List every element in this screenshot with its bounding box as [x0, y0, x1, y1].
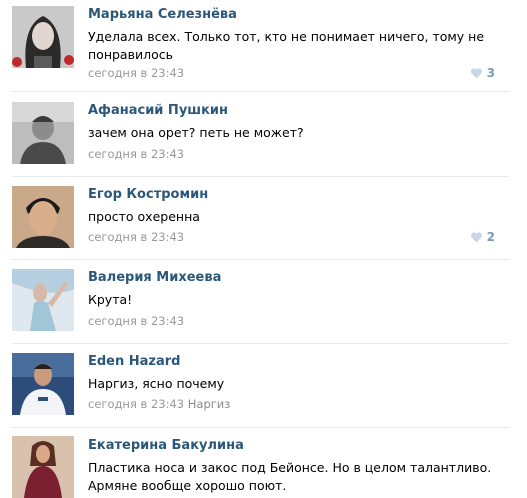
avatar[interactable]: [12, 6, 74, 68]
comment-date[interactable]: сегодня в 23:43: [88, 66, 184, 80]
avatar-photo-icon: [12, 102, 74, 164]
comment-date[interactable]: сегодня в 23:43 Наргиз: [88, 397, 230, 411]
like-button[interactable]: 3: [470, 66, 495, 80]
avatar[interactable]: [12, 436, 74, 498]
comment-time[interactable]: сегодня в 23:43: [88, 147, 184, 161]
heart-icon: [470, 232, 482, 243]
comment-text: Уделала всех. Только тот, кто не понимае…: [88, 29, 485, 62]
avatar[interactable]: [12, 269, 74, 331]
comment-item: Егор Костромин просто охеренна сегодня в…: [0, 177, 527, 260]
avatar-photo-icon: [12, 353, 74, 415]
author-name[interactable]: Екатерина Бакулина: [88, 438, 244, 453]
comment-time[interactable]: сегодня в 23:43: [88, 314, 184, 328]
author-name[interactable]: Eden Hazard: [88, 354, 181, 369]
like-count: 2: [486, 230, 495, 244]
comment-date[interactable]: сегодня в 23:43: [88, 147, 184, 161]
comment-date[interactable]: сегодня в 23:43: [88, 230, 184, 244]
avatar-photo-icon: [12, 436, 74, 498]
like-count: 3: [486, 66, 495, 80]
reply-to-link[interactable]: Наргиз: [188, 397, 231, 411]
author-name[interactable]: Валерия Михеева: [88, 270, 221, 285]
comment-time[interactable]: сегодня в 23:43: [88, 230, 184, 244]
heart-icon: [470, 68, 482, 79]
avatar[interactable]: [12, 353, 74, 415]
comment-text: просто охеренна: [88, 209, 200, 224]
avatar[interactable]: [12, 102, 74, 164]
avatar-photo-icon: [12, 186, 74, 248]
avatar-photo-icon: [12, 6, 74, 68]
avatar[interactable]: [12, 186, 74, 248]
comment-item: Марьяна Селезнёва Уделала всех. Только т…: [0, 0, 527, 92]
comment-text: зачем она орет? петь не может?: [88, 125, 304, 140]
comment-item: Валерия Михеева Крута! сегодня в 23:43: [0, 260, 527, 344]
author-name[interactable]: Афанасий Пушкин: [88, 103, 228, 118]
comment-date[interactable]: сегодня в 23:43: [88, 314, 184, 328]
comment-item: Афанасий Пушкин зачем она орет? петь не …: [0, 92, 527, 177]
comment-text: Пластика носа и закос под Бейонсе. Но в …: [88, 460, 492, 493]
comment-item: Екатерина Бакулина Пластика носа и закос…: [0, 428, 527, 498]
comment-time[interactable]: сегодня в 23:43: [88, 66, 184, 80]
avatar-photo-icon: [12, 269, 74, 331]
comment-time[interactable]: сегодня в 23:43: [88, 397, 184, 411]
comment-text: Крута!: [88, 292, 133, 307]
comment-item: Eden Hazard Наргиз, ясно почему сегодня …: [0, 344, 527, 428]
like-button[interactable]: 2: [470, 230, 495, 244]
comment-text: Наргиз, ясно почему: [88, 376, 225, 391]
author-name[interactable]: Егор Костромин: [88, 187, 208, 202]
author-name[interactable]: Марьяна Селезнёва: [88, 7, 237, 22]
